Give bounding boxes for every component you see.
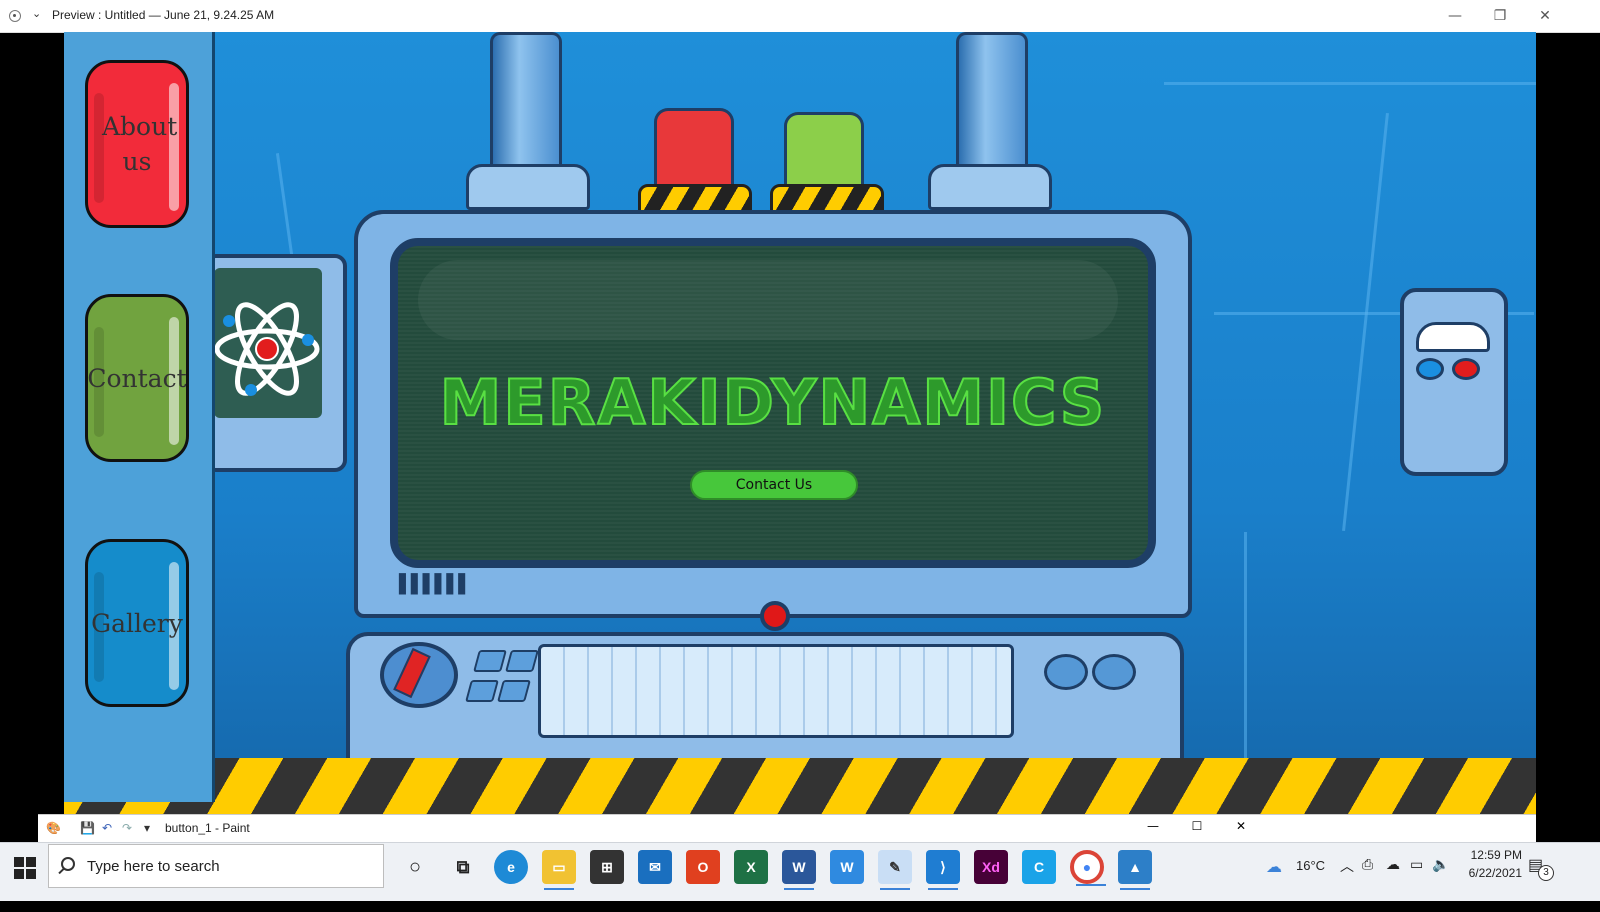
gauge-device — [1400, 288, 1508, 476]
photos-icon[interactable]: ▲ — [1118, 850, 1152, 890]
round-control-button — [1044, 654, 1088, 690]
chevron-down-icon[interactable]: ⌄ — [32, 7, 41, 20]
right-pipe-base — [928, 164, 1052, 210]
battery-icon[interactable]: ▭ — [1410, 856, 1423, 902]
paint-titlebar: 🎨 💾 ↶ ↷ ▾ button_1 - Paint — ☐ ✕ — [38, 814, 1536, 843]
minimize-button[interactable]: — — [1435, 4, 1475, 28]
background-line — [1164, 82, 1536, 85]
paint-app-icon: 🎨 — [46, 821, 61, 835]
xd-icon[interactable]: Xd — [974, 850, 1008, 884]
console-keyboard — [538, 644, 1014, 738]
gauge-blue-light — [1416, 358, 1444, 380]
office-icon[interactable]: O — [686, 850, 720, 884]
taskbar-search-box[interactable]: Type here to search — [48, 844, 384, 888]
store-icon[interactable]: ⊞ — [590, 850, 624, 884]
left-pipe-base — [466, 164, 590, 210]
control-key — [473, 650, 507, 672]
gallery-button[interactable]: Gallery — [85, 539, 189, 707]
search-icon — [61, 857, 75, 871]
vscode-icon[interactable]: ⟩ — [926, 850, 960, 890]
console-screen: MERAKIDYNAMICS Contact Us — [390, 238, 1156, 568]
c-app-icon[interactable]: C — [1022, 850, 1056, 884]
show-hidden-icons-icon[interactable]: ︿ — [1340, 856, 1354, 902]
chrome-icon[interactable]: ● — [1070, 850, 1106, 886]
contact-us-button[interactable]: Contact Us — [690, 470, 858, 500]
atom-icon — [214, 302, 320, 396]
paint-maximize-button[interactable]: ☐ — [1190, 819, 1204, 833]
excel-icon[interactable]: X — [734, 850, 768, 884]
paint-close-button[interactable]: ✕ — [1234, 819, 1248, 833]
record-icon — [9, 10, 21, 22]
window-title: Preview : Untitled — June 21, 9.24.25 AM — [52, 8, 275, 22]
windows-taskbar: Type here to search ○ ⧉ e ▭ ⊞ ✉ O X W W … — [0, 842, 1600, 901]
volume-icon[interactable]: 🔈 — [1432, 856, 1449, 902]
screen-glare — [418, 260, 1118, 340]
gauge-dial — [1416, 322, 1490, 352]
word-icon[interactable]: W — [782, 850, 816, 890]
undo-icon[interactable]: ↶ — [100, 821, 114, 835]
writer-icon[interactable]: W — [830, 850, 864, 884]
cortana-icon[interactable]: ○ — [398, 850, 432, 884]
right-pipe — [956, 32, 1028, 175]
background-line — [1244, 532, 1247, 772]
about-us-label: About us — [102, 112, 178, 176]
save-icon[interactable]: 💾 — [80, 821, 95, 835]
about-us-button[interactable]: About us — [85, 60, 189, 228]
contact-button[interactable]: Contact — [85, 294, 189, 462]
weather-temp[interactable]: 16°C — [1296, 858, 1325, 904]
status-led — [760, 601, 790, 631]
window-titlebar: ⌄ Preview : Untitled — June 21, 9.24.25 … — [0, 0, 1600, 33]
app-canvas: MERAKIDYNAMICS Contact Us ▌▌▌▌▌▌ About u… — [64, 32, 1536, 828]
background-line — [1342, 112, 1389, 532]
control-key — [465, 680, 499, 702]
paint-minimize-button[interactable]: — — [1146, 819, 1160, 833]
close-button[interactable]: ✕ — [1525, 4, 1565, 28]
mail-icon[interactable]: ✉ — [638, 850, 672, 884]
console-vent: ▌▌▌▌▌▌ — [399, 574, 472, 595]
round-control-button — [1092, 654, 1136, 690]
quick-access-dropdown-icon[interactable]: ▾ — [140, 821, 154, 835]
file-explorer-icon[interactable]: ▭ — [542, 850, 576, 890]
gauge-red-light — [1452, 358, 1480, 380]
weather-icon[interactable]: ☁ — [1266, 857, 1282, 903]
contact-label: Contact — [87, 363, 187, 393]
windows-start-icon[interactable] — [14, 857, 36, 879]
control-key — [497, 680, 531, 702]
meet-now-icon[interactable]: ⎙ — [1362, 856, 1373, 902]
gallery-label: Gallery — [91, 608, 183, 638]
edge-icon[interactable]: e — [494, 850, 528, 884]
brand-title: MERAKIDYNAMICS — [439, 365, 1107, 440]
control-key — [505, 650, 539, 672]
restore-button[interactable]: ❐ — [1480, 4, 1520, 28]
redo-icon[interactable]: ↷ — [120, 821, 134, 835]
paint-window-title: button_1 - Paint — [165, 821, 250, 835]
clock-date[interactable]: 6/22/2021 — [1456, 866, 1522, 912]
onedrive-icon[interactable]: ☁ — [1386, 856, 1400, 902]
notification-count-badge: 3 — [1538, 865, 1554, 881]
task-view-icon[interactable]: ⧉ — [446, 850, 480, 884]
left-pipe — [490, 32, 562, 175]
paint-icon[interactable]: ✎ — [878, 850, 912, 890]
sidebar-nav: About us Contact Gallery — [64, 32, 215, 802]
search-placeholder: Type here to search — [87, 858, 220, 875]
